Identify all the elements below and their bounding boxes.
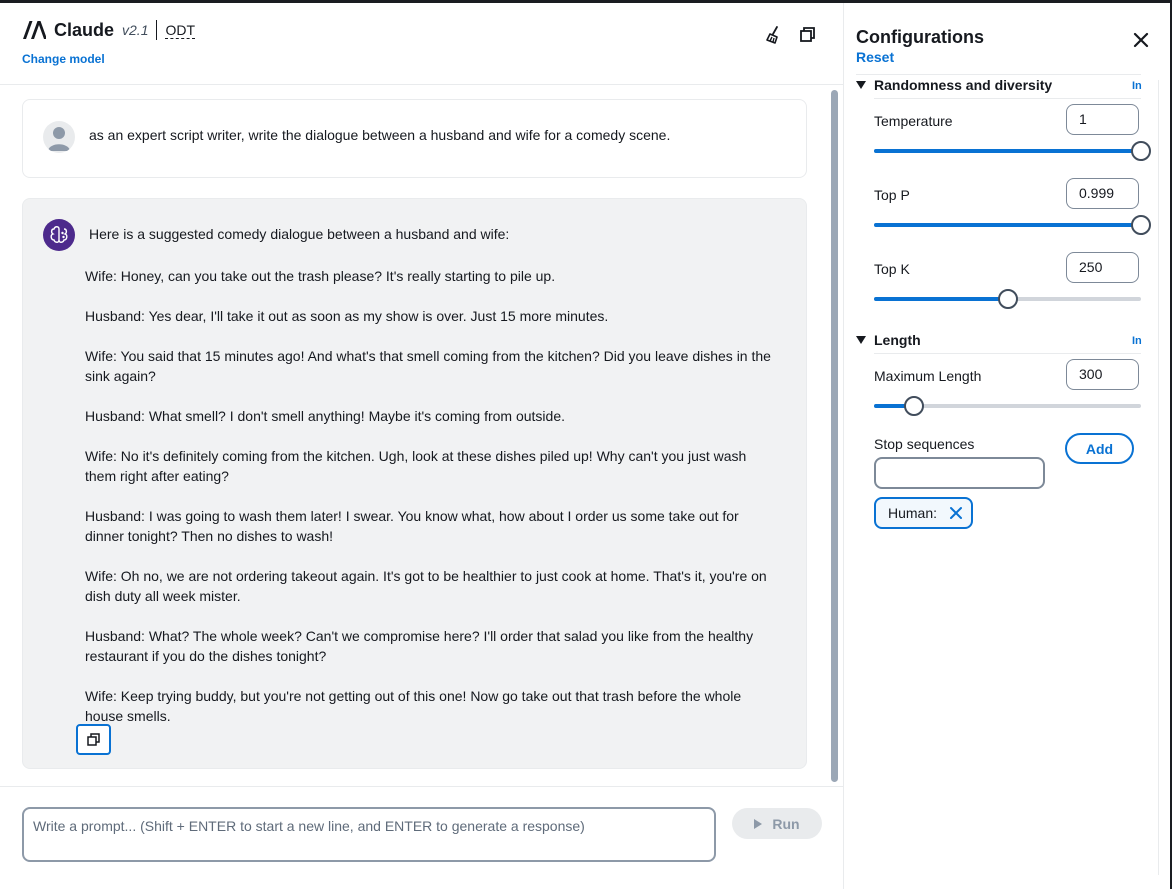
section-divider [874, 98, 1141, 99]
response-body: Wife: Honey, can you take out the trash … [85, 266, 775, 746]
copy-all-icon[interactable] [798, 25, 818, 45]
section-heading: Length [874, 332, 921, 348]
dialogue-line: Husband: Yes dear, I'll take it out as s… [85, 308, 609, 324]
temperature-label: Temperature [874, 113, 953, 129]
section-heading: Randomness and diversity [874, 77, 1053, 93]
assistant-avatar-icon [43, 219, 75, 251]
info-link[interactable]: In [1132, 335, 1142, 347]
dialogue-line: Husband: I was going to wash them later!… [85, 508, 739, 544]
max-length-label: Maximum Length [874, 368, 982, 384]
slider-handle[interactable] [1131, 141, 1151, 161]
temperature-slider[interactable] [874, 141, 1151, 161]
chat-transcript: as an expert script writer, write the di… [0, 86, 843, 786]
brand-divider [156, 20, 158, 40]
user-avatar-icon [43, 121, 75, 153]
caret-down-icon [856, 81, 866, 89]
play-icon [754, 818, 763, 829]
configurations-panel: Configurations Reset Randomness and dive… [843, 3, 1170, 889]
slider-handle[interactable] [1131, 215, 1151, 235]
playground-header: Claude v2.1 ODT Change model [0, 3, 843, 85]
top-k-slider[interactable] [874, 289, 1141, 309]
chat-scroll-thumb[interactable] [831, 90, 838, 782]
stop-sequence-input[interactable] [874, 457, 1045, 489]
dialogue-line: Wife: No it's definitely coming from the… [85, 448, 747, 484]
model-brand: Claude v2.1 ODT [22, 18, 196, 42]
copy-response-button[interactable] [76, 724, 111, 755]
slider-fill [874, 297, 1008, 301]
dialogue-line: Wife: Keep trying buddy, but you're not … [85, 688, 742, 724]
top-p-label: Top P [874, 187, 910, 203]
dialogue-line: Wife: Honey, can you take out the trash … [85, 268, 556, 284]
model-name: Claude [54, 19, 115, 40]
length-section-toggle[interactable]: Length [856, 332, 921, 348]
stop-sequences-label: Stop sequences [874, 436, 975, 452]
user-prompt-text: as an expert script writer, write the di… [89, 127, 671, 143]
mode-label[interactable]: ODT [165, 22, 196, 39]
clear-chat-broom-icon[interactable] [764, 25, 784, 45]
panel-divider [856, 74, 1141, 75]
dialogue-line: Husband: What smell? I don't smell anyth… [85, 408, 566, 424]
top-k-label: Top K [874, 261, 910, 277]
slider-handle[interactable] [997, 289, 1018, 309]
dialogue-line: Wife: Oh no, we are not ordering takeout… [85, 568, 767, 604]
assistant-message: Here is a suggested comedy dialogue betw… [22, 198, 807, 769]
run-button[interactable]: Run [732, 808, 822, 839]
top-k-input[interactable]: 250 [1066, 252, 1139, 283]
add-stop-sequence-button[interactable]: Add [1065, 433, 1134, 464]
top-p-slider[interactable] [874, 215, 1151, 235]
temperature-input[interactable]: 1 [1066, 104, 1139, 135]
slider-fill [874, 149, 1141, 153]
prompt-composer: Write a prompt... (Shift + ENTER to star… [0, 786, 843, 889]
panel-title: Configurations [856, 27, 984, 47]
chat-scrollbar[interactable] [829, 88, 839, 785]
user-message: as an expert script writer, write the di… [22, 99, 807, 178]
change-model-link[interactable]: Change model [22, 52, 105, 66]
info-link[interactable]: In [1132, 80, 1142, 92]
max-length-input[interactable]: 300 [1066, 359, 1139, 390]
dialogue-line: Wife: You said that 15 minutes ago! And … [85, 348, 771, 384]
response-intro: Here is a suggested comedy dialogue betw… [89, 226, 510, 242]
slider-fill [874, 223, 1141, 227]
model-version: v2.1 [122, 22, 149, 38]
reset-link[interactable]: Reset [856, 49, 894, 65]
stop-sequence-token: Human: [874, 497, 973, 529]
top-p-input[interactable]: 0.999 [1066, 178, 1139, 209]
randomness-section-toggle[interactable]: Randomness and diversity [856, 77, 1052, 93]
close-icon[interactable] [1132, 31, 1150, 49]
caret-down-icon [856, 336, 866, 344]
slider-handle[interactable] [904, 396, 925, 416]
remove-token-icon[interactable] [949, 506, 963, 520]
anthropic-logo-icon [23, 21, 46, 39]
run-label: Run [772, 815, 800, 832]
copy-icon [86, 732, 100, 746]
token-label: Human: [888, 505, 938, 521]
section-divider [874, 353, 1141, 354]
max-length-slider[interactable] [874, 396, 1141, 416]
panel-scrollbar[interactable] [1158, 80, 1170, 875]
prompt-input[interactable]: Write a prompt... (Shift + ENTER to star… [22, 807, 716, 862]
dialogue-line: Husband: What? The whole week? Can't we … [85, 628, 754, 664]
